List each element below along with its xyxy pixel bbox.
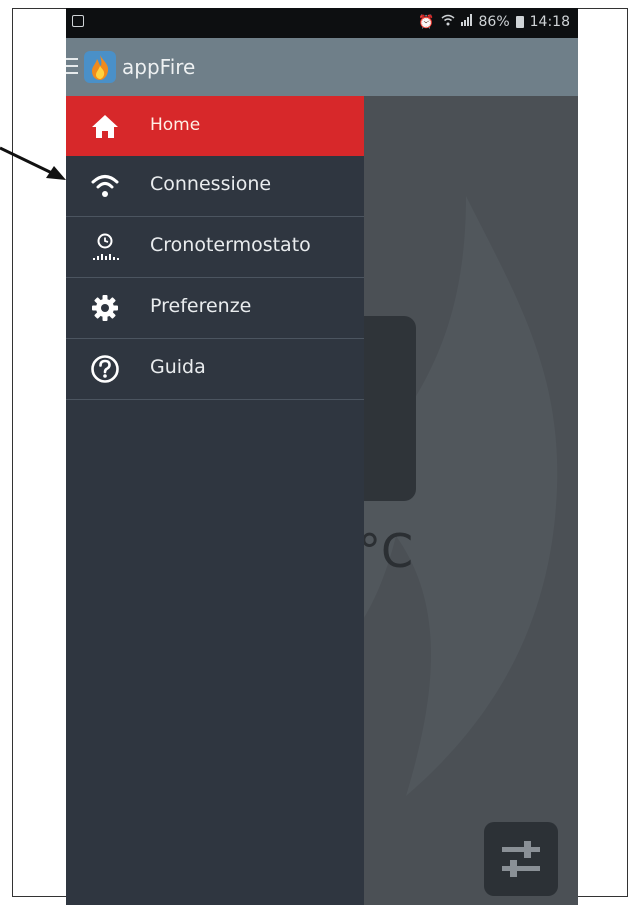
drawer-item-connessione[interactable]: Connessione <box>66 156 364 217</box>
phone-screen: ⏰ 86% 14:18 appFire °C Home Connessione … <box>66 8 578 905</box>
battery-icon <box>515 16 524 28</box>
drawer-item-label: Guida <box>150 356 206 378</box>
clock-schedule-icon <box>93 233 119 260</box>
settings-sliders-button[interactable] <box>484 822 558 896</box>
signal-icon <box>460 14 473 30</box>
app-bar: appFire <box>66 38 578 96</box>
help-icon <box>91 355 119 383</box>
wifi-icon <box>91 175 119 197</box>
app-title: appFire <box>122 55 196 79</box>
gear-icon <box>92 295 118 321</box>
battery-percent: 86% <box>478 14 510 30</box>
notification-icon <box>72 15 84 27</box>
callout-arrow <box>0 146 66 180</box>
alarm-icon: ⏰ <box>418 14 435 30</box>
menu-icon[interactable] <box>66 58 78 74</box>
app-logo <box>84 51 116 83</box>
clock-time: 14:18 <box>529 14 570 30</box>
navigation-drawer: Home Connessione Cronotermostato Prefere… <box>66 96 364 905</box>
drawer-item-cronotermostato[interactable]: Cronotermostato <box>66 217 364 278</box>
drawer-item-label: Preferenze <box>150 295 252 317</box>
wifi-status-icon <box>441 14 455 30</box>
drawer-item-preferenze[interactable]: Preferenze <box>66 278 364 339</box>
sliders-icon <box>502 841 540 877</box>
drawer-item-label: Home <box>150 115 201 135</box>
drawer-item-home[interactable]: Home <box>66 96 364 156</box>
drawer-item-label: Cronotermostato <box>150 234 311 256</box>
home-icon <box>92 115 118 138</box>
status-bar: ⏰ 86% 14:18 <box>66 8 578 38</box>
drawer-item-guida[interactable]: Guida <box>66 339 364 400</box>
temperature-unit: °C <box>358 524 414 578</box>
drawer-item-label: Connessione <box>150 173 272 195</box>
